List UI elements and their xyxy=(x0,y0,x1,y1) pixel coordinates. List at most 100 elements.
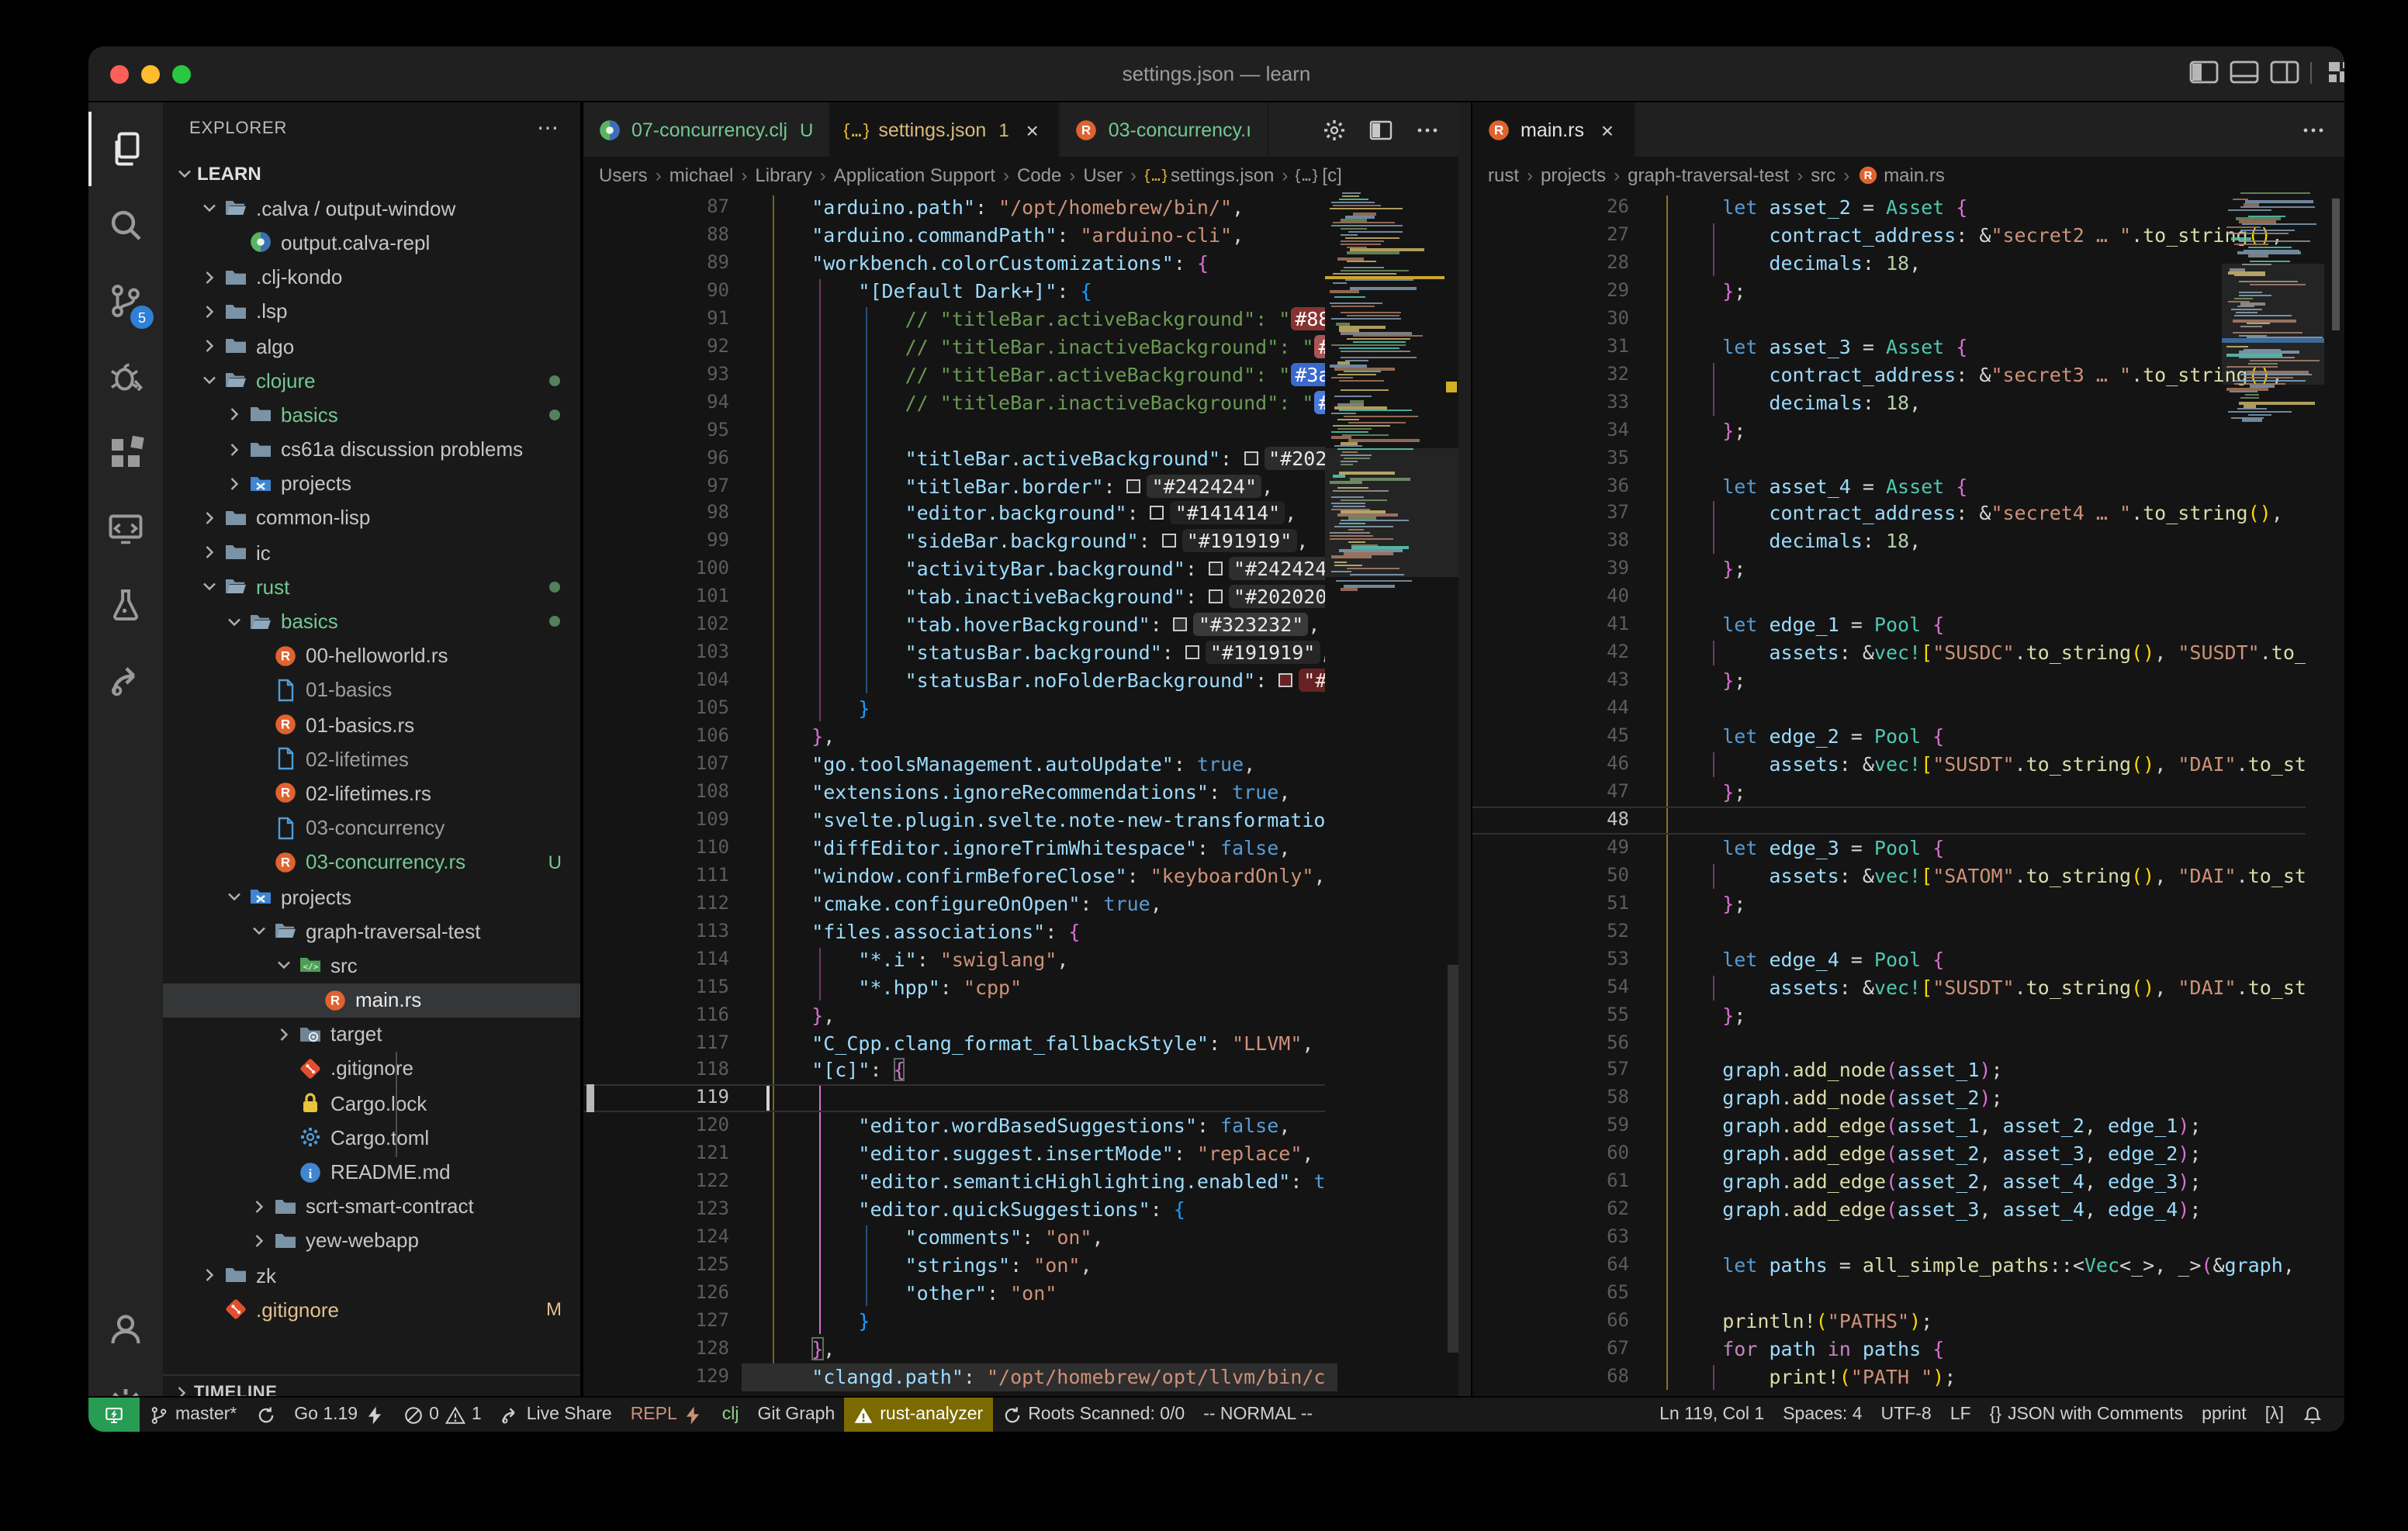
status-indentation[interactable]: Spaces: 4 xyxy=(1773,1397,1871,1432)
minimap-slider[interactable] xyxy=(1325,448,1458,576)
tree-item-output.calva-repl[interactable]: output.calva-repl xyxy=(163,226,580,260)
tab-settings.json[interactable]: {…}settings.json1× xyxy=(830,102,1060,157)
tree-item-common-lisp[interactable]: common-lisp xyxy=(163,501,580,535)
tree-item-01-basics.rs[interactable]: R01-basics.rs xyxy=(163,707,580,741)
breadcrumb-item[interactable]: graph-traversal-test xyxy=(1628,164,1789,185)
status-git-graph[interactable]: Git Graph xyxy=(749,1397,845,1432)
toggle-sidebar-icon[interactable] xyxy=(2189,60,2219,84)
tree-item-.lsp[interactable]: .lsp xyxy=(163,295,580,329)
breadcrumb-item[interactable]: Library xyxy=(755,164,811,185)
accounts-icon[interactable] xyxy=(88,1292,163,1367)
tree-item-scrt-smart-contract[interactable]: scrt-smart-contract xyxy=(163,1189,580,1223)
tree-item-02-lifetimes[interactable]: 02-lifetimes xyxy=(163,741,580,776)
minimap-slider[interactable] xyxy=(2222,264,2324,385)
status-problems[interactable]: 01 xyxy=(393,1397,491,1432)
tree-item-.clj-kondo[interactable]: .clj-kondo xyxy=(163,260,580,294)
tree-item-03-concurrency.rs[interactable]: R03-concurrency.rsU xyxy=(163,845,580,880)
tree-item-basics[interactable]: basics xyxy=(163,604,580,638)
tree-item-clojure[interactable]: clojure xyxy=(163,363,580,397)
status-git-branch[interactable]: master* xyxy=(140,1397,246,1432)
tree-item-yew-webapp[interactable]: yew-webapp xyxy=(163,1224,580,1258)
tab-03-concurrency.-[interactable]: R03-concurrency.ı xyxy=(1060,102,1268,157)
tree-item-01-basics[interactable]: 01-basics xyxy=(163,673,580,707)
testing-icon[interactable] xyxy=(88,568,163,642)
status-vim-mode[interactable]: -- NORMAL -- xyxy=(1194,1397,1322,1432)
gear-action-icon[interactable] xyxy=(1322,117,1347,142)
editor-group-rust-code[interactable]: 26 let asset_2 = Asset {27 contract_addr… xyxy=(1472,192,2344,1396)
breadcrumb-item[interactable]: projects xyxy=(1541,164,1606,185)
breadcrumb-item[interactable]: src xyxy=(1811,164,1835,185)
breadcrumb-item[interactable]: Code xyxy=(1017,164,1061,185)
run-debug-icon[interactable] xyxy=(88,340,163,414)
dots-icon[interactable] xyxy=(1415,117,1440,142)
tree-root-learn[interactable]: LEARN xyxy=(163,157,580,191)
breadcrumb-item[interactable]: {…}[c] xyxy=(1296,164,1341,185)
tree-item-readme.md[interactable]: iREADME.md xyxy=(163,1155,580,1189)
status-live-share[interactable]: Live Share xyxy=(491,1397,621,1432)
tree-item-cargo.lock[interactable]: Cargo.lock xyxy=(163,1086,580,1120)
tree-item-.gitignore[interactable]: .gitignore xyxy=(163,1052,580,1086)
status-language-mode[interactable]: {}JSON with Comments xyxy=(1981,1397,2193,1432)
sidebar-more-actions-icon[interactable]: ⋯ xyxy=(537,115,559,141)
title-bar[interactable]: settings.json — learn xyxy=(88,47,2344,102)
source-control-icon[interactable]: 5 xyxy=(88,264,163,338)
toggle-panel-icon[interactable] xyxy=(2230,60,2259,84)
tree-item-03-concurrency[interactable]: 03-concurrency xyxy=(163,810,580,845)
tree-item-basics[interactable]: basics xyxy=(163,398,580,432)
status-notifications[interactable] xyxy=(2293,1397,2332,1432)
breadcrumb-item[interactable]: Users xyxy=(599,164,648,185)
status-repl[interactable]: REPL xyxy=(621,1397,713,1432)
live-share-icon[interactable] xyxy=(88,644,163,718)
tree-item-.gitignore[interactable]: .gitignoreM xyxy=(163,1292,580,1326)
customize-layout-icon[interactable] xyxy=(2326,60,2344,84)
toggle-secondary-sidebar-icon[interactable] xyxy=(2270,60,2299,84)
status-clj[interactable]: clj xyxy=(713,1397,749,1432)
tree-item-rust[interactable]: rust xyxy=(163,570,580,604)
breadcrumb-item[interactable]: User xyxy=(1083,164,1123,185)
status-remote-indicator[interactable] xyxy=(88,1397,140,1432)
breadcrumb-item[interactable]: Application Support xyxy=(834,164,995,185)
extensions-icon[interactable] xyxy=(88,416,163,490)
minimap[interactable] xyxy=(2222,192,2324,1396)
status-rust-analyzer[interactable]: rust-analyzer xyxy=(844,1397,992,1432)
editor-scrollbar[interactable] xyxy=(1448,965,1458,1353)
breadcrumb-item[interactable]: rust xyxy=(1488,164,1519,185)
tree-item-cs61a-discussion-problems[interactable]: cs61a discussion problems xyxy=(163,432,580,466)
status-roots-scanned[interactable]: Roots Scanned: 0/0 xyxy=(992,1397,1194,1432)
status-eol[interactable]: LF xyxy=(1941,1397,1981,1432)
status-pprint[interactable]: pprint xyxy=(2192,1397,2256,1432)
dots-icon[interactable] xyxy=(2301,117,2326,142)
tree-item-main.rs[interactable]: Rmain.rs xyxy=(163,983,580,1017)
breadcrumb-item[interactable]: michael xyxy=(669,164,734,185)
tree-item-.calva-output-window[interactable]: .calva / output-window xyxy=(163,191,580,225)
tree-item-graph-traversal-test[interactable]: graph-traversal-test xyxy=(163,914,580,948)
breadcrumb-item[interactable]: Rmain.rs xyxy=(1857,164,1945,185)
tab-main.rs[interactable]: Rmain.rs× xyxy=(1472,102,1635,157)
explorer-icon[interactable] xyxy=(88,112,163,186)
minimap[interactable] xyxy=(1325,192,1458,1396)
status-sync[interactable] xyxy=(246,1397,285,1432)
search-icon[interactable] xyxy=(88,188,163,262)
editor-group-settings-code[interactable]: 87 "arduino.path": "/opt/homebrew/bin/",… xyxy=(583,192,1458,1396)
tree-item-02-lifetimes.rs[interactable]: R02-lifetimes.rs xyxy=(163,776,580,810)
tree-item-cargo.toml[interactable]: Cargo.toml xyxy=(163,1121,580,1155)
status-cursor-position[interactable]: Ln 119, Col 1 xyxy=(1650,1397,1773,1432)
breadcrumb-item[interactable]: {…}settings.json xyxy=(1144,164,1274,185)
split-editor-icon[interactable] xyxy=(1368,117,1393,142)
tree-item-src[interactable]: </>src xyxy=(163,949,580,983)
status-go-version[interactable]: Go 1.19 xyxy=(285,1397,393,1432)
tree-item-algo[interactable]: algo xyxy=(163,329,580,363)
close-icon[interactable]: × xyxy=(1597,117,1618,142)
tree-item-ic[interactable]: ic xyxy=(163,535,580,569)
status-encoding[interactable]: UTF-8 xyxy=(1872,1397,1941,1432)
remote-explorer-icon[interactable] xyxy=(88,492,163,566)
tree-item-zk[interactable]: zk xyxy=(163,1258,580,1292)
tree-item-projects[interactable]: projects xyxy=(163,466,580,500)
tree-item-00-helloworld.rs[interactable]: R00-helloworld.rs xyxy=(163,638,580,672)
tab-07-concurrency.clj[interactable]: 07-concurrency.cljU xyxy=(583,102,830,157)
close-icon[interactable]: × xyxy=(1022,117,1043,142)
tree-item-target[interactable]: target xyxy=(163,1017,580,1051)
status-lambda[interactable]: [λ] xyxy=(2256,1397,2293,1432)
tree-item-projects[interactable]: projects xyxy=(163,880,580,914)
editor-scrollbar[interactable] xyxy=(2332,199,2340,330)
